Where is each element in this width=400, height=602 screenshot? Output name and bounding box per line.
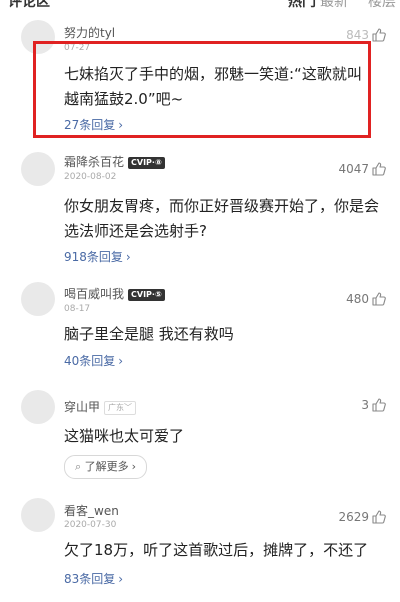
- like-count: 480: [346, 292, 369, 306]
- comment-text: 脑子里全是腿 我还有救吗: [64, 325, 234, 343]
- thumbs-up-icon: [372, 292, 386, 306]
- vip-badge: CVIP·⑤: [128, 289, 165, 301]
- location-badge: 广东﹀: [104, 401, 137, 415]
- replies-count: 83条回复: [64, 572, 116, 586]
- avatar[interactable]: [21, 152, 55, 186]
- username-text: 喝百威叫我: [64, 287, 125, 301]
- sort-hot-tab[interactable]: 热门: [288, 0, 316, 8]
- like-count: 843: [346, 28, 369, 42]
- comment-text: 欠了18万，听了这首歌过后，摊牌了，不还了: [64, 541, 369, 559]
- comment-date: 2020-08-02: [64, 172, 117, 182]
- comment-username[interactable]: 努力的tyl: [64, 24, 115, 41]
- comment-text: 这猫咪也太可爱了: [64, 427, 185, 445]
- username-text: 霜降杀百花: [64, 155, 125, 169]
- like-button[interactable]: 843: [346, 28, 386, 42]
- highlight-box: [33, 41, 371, 138]
- chevron-right-icon: ›: [118, 572, 124, 586]
- avatar[interactable]: [21, 390, 55, 424]
- avatar[interactable]: [21, 498, 55, 532]
- replies-count: 918条回复: [64, 250, 123, 264]
- thumbs-up-icon: [372, 510, 386, 524]
- comment-username[interactable]: 穿山甲 广东﹀: [64, 398, 137, 415]
- replies-count: 40条回复: [64, 354, 116, 368]
- thumbs-up-icon: [372, 398, 386, 412]
- comment-date: 08-17: [64, 304, 91, 314]
- view-replies-link[interactable]: 40条回复 ›: [64, 352, 123, 369]
- view-replies-link[interactable]: 918条回复 ›: [64, 248, 131, 265]
- top-bar: 评论区 热门 最新 楼层: [0, 0, 400, 8]
- comments-title: 评论区: [8, 0, 50, 8]
- comment-username[interactable]: 喝百威叫我 CVIP·⑤: [64, 285, 165, 302]
- comment-username[interactable]: 霜降杀百花 CVIP·⑧: [64, 153, 165, 170]
- like-button[interactable]: 4047: [338, 162, 386, 176]
- sort-floor-tab[interactable]: 楼层: [368, 0, 396, 8]
- sort-newest-tab[interactable]: 最新: [320, 0, 348, 8]
- like-button[interactable]: 3: [361, 398, 386, 412]
- comment-text: 你女朋友胃疼，而你正好晋级赛开始了，你是会选法师还是会选射手?: [64, 197, 380, 240]
- chevron-right-icon: ›: [118, 354, 124, 368]
- username-text: 穿山甲: [64, 400, 101, 414]
- vip-badge: CVIP·⑧: [128, 157, 165, 169]
- chevron-right-icon: ›: [125, 250, 131, 264]
- comment-username[interactable]: 看客_wen: [64, 502, 119, 519]
- like-button[interactable]: 480: [346, 292, 386, 306]
- like-button[interactable]: 2629: [338, 510, 386, 524]
- thumbs-up-icon: [372, 28, 386, 42]
- learn-more-label: 了解更多: [84, 460, 129, 473]
- tag-icon: ⌕: [75, 460, 82, 473]
- like-count: 2629: [338, 510, 369, 524]
- chevron-right-icon: ›: [131, 460, 137, 473]
- avatar[interactable]: [21, 282, 55, 316]
- learn-more-button[interactable]: ⌕ 了解更多 ›: [64, 455, 148, 479]
- like-count: 3: [361, 398, 369, 412]
- thumbs-up-icon: [372, 162, 386, 176]
- comment-date: 2020-07-30: [64, 520, 117, 530]
- view-replies-link[interactable]: 83条回复 ›: [64, 570, 123, 587]
- like-count: 4047: [338, 162, 369, 176]
